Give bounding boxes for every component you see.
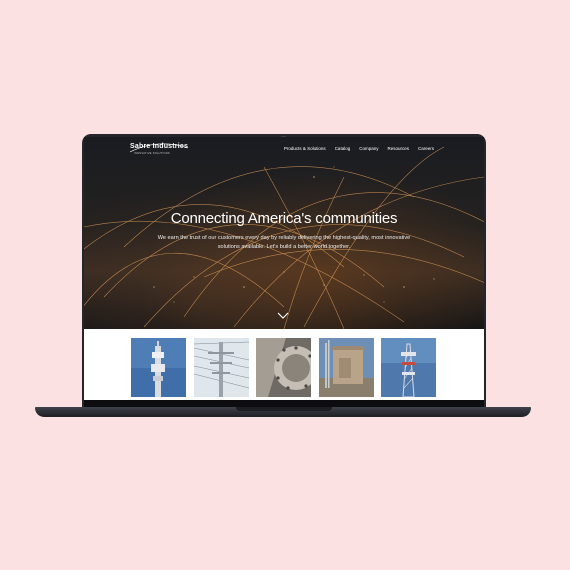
laptop-screen: Sabre Industries INNOVATIVE SOLUTIONS Pr…	[84, 137, 484, 407]
tile-utility-shelter[interactable]	[319, 338, 374, 397]
lattice-tower-image	[381, 338, 436, 397]
steel-flange-image	[256, 338, 311, 397]
hero-title: Connecting America's communities	[170, 210, 398, 227]
tile-transmission-tower[interactable]	[194, 338, 249, 397]
top-navigation: Sabre Industries INNOVATIVE SOLUTIONS Pr…	[84, 137, 484, 161]
nav-catalog[interactable]: Catalog	[335, 146, 351, 151]
nav-products-solutions[interactable]: Products & Solutions	[284, 146, 326, 151]
hero-subtitle-line-1: We earn the trust of our customers every…	[157, 235, 411, 241]
tile-steel-pole-flange[interactable]	[256, 338, 311, 397]
nav-resources[interactable]: Resources	[387, 146, 409, 151]
screen-bottom-bar	[84, 400, 484, 407]
tile-cell-tower[interactable]	[131, 338, 186, 397]
nav-company[interactable]: Company	[359, 146, 378, 151]
chevron-down-icon[interactable]	[277, 312, 289, 320]
tile-lattice-tower[interactable]	[381, 338, 436, 397]
laptop-lid: Sabre Industries INNOVATIVE SOLUTIONS Pr…	[82, 134, 486, 409]
brand-tagline: INNOVATIVE SOLUTIONS	[134, 152, 170, 155]
transmission-tower-image	[194, 338, 249, 397]
brand-logo[interactable]: Sabre Industries	[130, 143, 188, 150]
hero-subtitle: We earn the trust of our customers every…	[134, 234, 434, 252]
product-tiles	[84, 329, 484, 400]
hero-subtitle-line-2: solutions available. Let's build a bette…	[217, 244, 351, 250]
main-nav: Products & Solutions Catalog Company Res…	[284, 146, 434, 151]
laptop-notch	[236, 407, 332, 411]
nav-careers[interactable]: Careers	[418, 146, 434, 151]
hero-section: Sabre Industries INNOVATIVE SOLUTIONS Pr…	[84, 137, 484, 329]
hero-background-image	[84, 146, 484, 329]
utility-shelter-image	[319, 338, 374, 397]
cell-tower-image	[131, 338, 186, 397]
